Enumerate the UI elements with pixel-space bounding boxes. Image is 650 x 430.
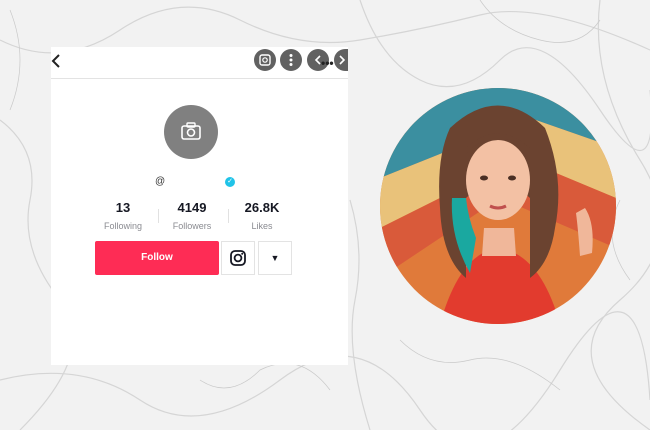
stat-label: Likes xyxy=(251,221,273,231)
instagram-button[interactable] xyxy=(221,241,255,275)
instagram-icon xyxy=(230,250,246,266)
profile-top-bar: ••• xyxy=(51,47,348,79)
follow-button[interactable]: Follow xyxy=(95,241,219,275)
stat-value: 26.8K xyxy=(244,200,280,215)
username-prefix: @ xyxy=(155,176,166,187)
dropdown-button[interactable]: ▼ xyxy=(258,241,292,275)
stat-label: Following xyxy=(103,221,143,231)
stat-followers[interactable]: 4149 Followers xyxy=(152,200,232,233)
profile-card: ••• @ ✓ 13 Following 4149 Followers 26.8… xyxy=(51,47,348,365)
stat-value: 4149 xyxy=(177,200,207,215)
camera-icon xyxy=(181,122,201,140)
stat-likes[interactable]: 26.8K Likes xyxy=(222,200,302,233)
chevron-right-icon[interactable] xyxy=(334,49,348,71)
qr-scan-icon[interactable] xyxy=(254,49,276,71)
more-vertical-icon[interactable] xyxy=(280,49,302,71)
stat-following[interactable]: 13 Following xyxy=(83,200,163,233)
avatar-placeholder[interactable] xyxy=(164,105,218,159)
stat-label: Followers xyxy=(172,221,212,231)
profile-photo xyxy=(380,88,616,324)
back-arrow-icon[interactable] xyxy=(51,53,65,73)
verified-badge-icon: ✓ xyxy=(225,177,235,187)
username-row: @ ✓ xyxy=(155,175,245,189)
caret-down-icon: ▼ xyxy=(270,253,280,263)
stat-value: 13 xyxy=(115,200,131,215)
ellipsis-dots: ••• xyxy=(321,56,334,70)
